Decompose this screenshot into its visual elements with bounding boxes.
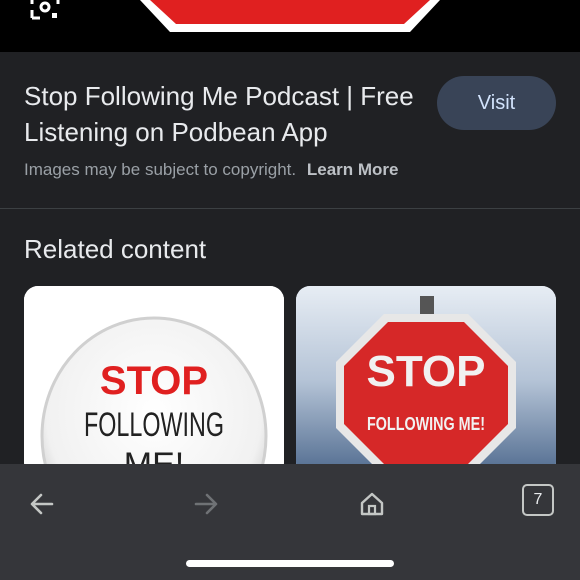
forward-arrow-icon[interactable] — [186, 484, 226, 524]
card1-following-text: FOLLOWING — [84, 406, 224, 444]
lens-icon[interactable] — [30, 0, 60, 20]
result-panel: Stop Following Me Podcast | Free Listeni… — [0, 52, 580, 209]
card2-stop-text: STOP — [366, 347, 485, 396]
visit-button[interactable]: Visit — [437, 76, 556, 130]
learn-more-link[interactable]: Learn More — [307, 160, 399, 179]
card1-stop-text: STOP — [100, 359, 208, 403]
related-content-heading: Related content — [24, 234, 207, 264]
related-card-2[interactable]: STOP FOLLOWING ME! — [296, 286, 556, 476]
card2-following-text: FOLLOWING ME! — [367, 414, 485, 434]
result-title[interactable]: Stop Following Me Podcast | Free Listeni… — [24, 78, 414, 150]
copyright-text: Images may be subject to copyright. — [24, 160, 297, 179]
related-card-1[interactable]: STOP FOLLOWING ME! — [24, 286, 284, 476]
home-indicator[interactable] — [186, 560, 394, 567]
tab-switcher-icon[interactable]: 7 — [522, 484, 554, 516]
home-icon[interactable] — [352, 484, 392, 524]
stop-sign-image[interactable] — [140, 0, 440, 32]
top-image — [0, 0, 580, 52]
back-arrow-icon[interactable] — [22, 484, 62, 524]
copyright-notice: Images may be subject to copyright. Lear… — [24, 160, 399, 180]
